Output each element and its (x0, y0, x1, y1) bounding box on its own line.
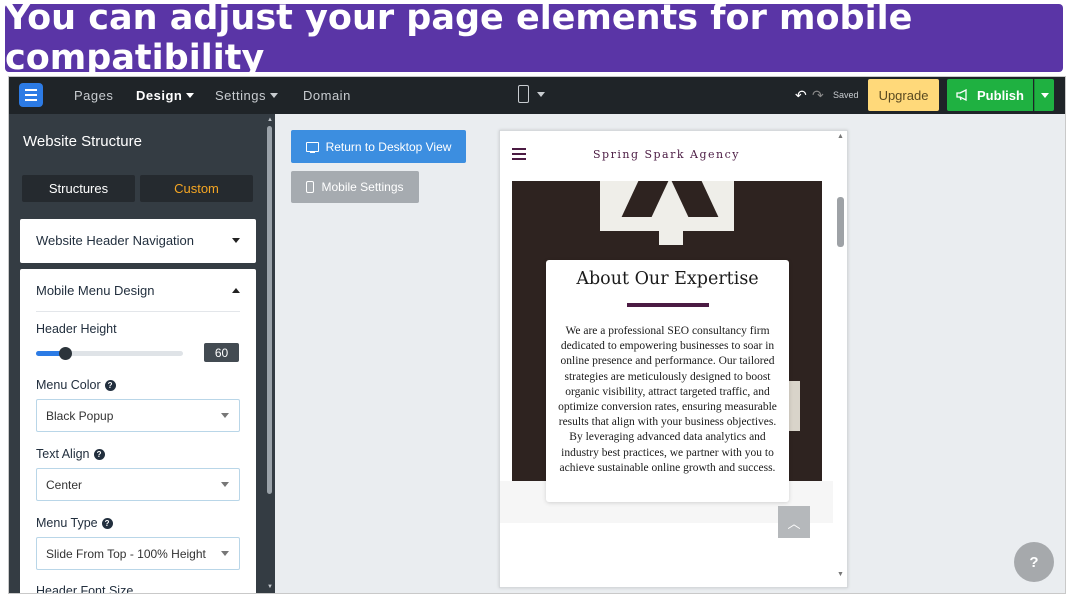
scroll-up-icon[interactable]: ▲ (267, 117, 273, 123)
nav-settings[interactable]: Settings (215, 88, 278, 103)
about-title: About Our Expertise (576, 269, 759, 289)
chevron-down-icon (1040, 92, 1049, 98)
menu-color-label: Menu Color? (36, 378, 116, 392)
app-logo-icon[interactable] (19, 83, 43, 107)
header-height-value[interactable]: 60 (204, 343, 239, 362)
section-title: Website Header Navigation (36, 232, 195, 248)
menu-type-label: Menu Type? (36, 516, 113, 530)
select-value: Black Popup (46, 408, 114, 423)
sidebar-scrollbar[interactable]: ▲ ▼ (265, 114, 275, 593)
chevron-down-icon (221, 482, 229, 487)
caption-text: You can adjust your page elements for mo… (5, 0, 913, 78)
editor-window: Pages Design Settings Domain ↶ ↷ Saved U… (8, 76, 1066, 594)
header-font-size-label: Header Font Size (36, 584, 134, 594)
mobile-menu-design-header[interactable]: Mobile Menu Design (20, 269, 256, 311)
arrow-up-icon[interactable]: ︿ (778, 506, 810, 538)
nav-domain[interactable]: Domain (303, 88, 351, 103)
scrollbar-thumb[interactable] (837, 197, 844, 247)
select-value: Center (46, 477, 83, 492)
hero-image-shape (659, 215, 683, 245)
top-toolbar: Pages Design Settings Domain ↶ ↷ Saved U… (9, 77, 1065, 114)
redo-icon[interactable]: ↷ (812, 87, 824, 104)
chevron-down-icon[interactable] (232, 237, 240, 243)
about-card[interactable]: About Our Expertise We are a professiona… (546, 260, 789, 502)
preview-scrollbar[interactable]: ▲ ▼ (834, 131, 847, 587)
scroll-down-icon[interactable]: ▼ (837, 571, 844, 578)
chevron-down-icon[interactable] (537, 92, 545, 97)
menu-type-label-text: Menu Type (36, 516, 98, 530)
nav-settings-label: Settings (215, 88, 266, 103)
text-align-select[interactable]: Center (36, 468, 240, 501)
mobile-settings-button[interactable]: Mobile Settings (291, 171, 419, 203)
undo-icon[interactable]: ↶ (795, 87, 807, 104)
upgrade-button[interactable]: Upgrade (868, 79, 939, 111)
agency-name[interactable]: Spring Spark Agency (500, 148, 833, 161)
phone-icon (306, 181, 315, 193)
button-label: Return to Desktop View (325, 139, 452, 154)
caption-banner: You can adjust your page elements for mo… (5, 0, 1063, 78)
nav-design-label: Design (136, 88, 183, 103)
chevron-down-icon (221, 413, 229, 418)
button-label: Mobile Settings (321, 180, 404, 194)
menu-color-label-text: Menu Color (36, 378, 101, 392)
help-circle-icon[interactable]: ? (101, 517, 113, 529)
preview-header: Spring Spark Agency (500, 131, 833, 181)
scroll-down-icon[interactable]: ▼ (267, 584, 273, 590)
help-icon[interactable]: ? (1014, 542, 1054, 582)
header-navigation-section[interactable]: Website Header Navigation (20, 219, 256, 263)
menu-type-select[interactable]: Slide From Top - 100% Height (36, 537, 240, 570)
publish-options-button[interactable] (1034, 79, 1054, 111)
title-underline (626, 303, 709, 307)
help-circle-icon[interactable]: ? (93, 448, 105, 460)
slider-handle[interactable] (59, 347, 72, 360)
chevron-up-icon[interactable] (232, 287, 240, 293)
publish-label: Publish (977, 87, 1024, 103)
menu-color-select[interactable]: Black Popup (36, 399, 240, 432)
tab-structures[interactable]: Structures (22, 175, 135, 202)
header-height-label: Header Height (36, 322, 117, 336)
mobile-device-icon[interactable] (518, 85, 529, 103)
chevron-down-icon (269, 93, 278, 98)
select-value: Slide From Top - 100% Height (46, 546, 206, 561)
text-align-label: Text Align? (36, 447, 105, 461)
nav-design[interactable]: Design (136, 88, 195, 103)
mobile-menu-design-section: Mobile Menu Design Header Height 60 Menu… (20, 269, 256, 594)
tab-custom[interactable]: Custom (140, 175, 253, 202)
saved-status: Saved (833, 90, 859, 100)
chevron-down-icon (221, 551, 229, 556)
return-to-desktop-button[interactable]: Return to Desktop View (291, 130, 466, 163)
about-text: We are a professional SEO consultancy fi… (558, 325, 777, 474)
help-circle-icon[interactable]: ? (104, 379, 116, 391)
megaphone-icon (956, 89, 967, 101)
publish-button[interactable]: Publish (947, 79, 1033, 111)
nav-pages[interactable]: Pages (74, 88, 113, 103)
scrollbar-thumb[interactable] (267, 126, 272, 494)
text-align-label-text: Text Align (36, 447, 90, 461)
divider (36, 311, 240, 312)
header-height-slider[interactable] (36, 347, 183, 360)
section-title: Mobile Menu Design (36, 282, 155, 298)
mobile-preview: Spring Spark Agency About Our Expertise … (499, 130, 848, 588)
website-structure-panel: Website Structure Structures Custom Webs… (9, 114, 275, 594)
chevron-down-icon (186, 93, 195, 98)
panel-title: Website Structure (23, 133, 142, 150)
scroll-up-icon[interactable]: ▲ (837, 133, 844, 140)
monitor-icon (305, 141, 319, 153)
